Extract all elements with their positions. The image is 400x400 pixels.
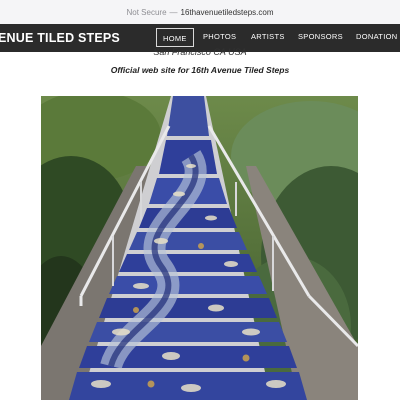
nav-item-artists[interactable]: ARTISTS <box>251 32 285 41</box>
site-location: San Francisco CA USA <box>153 47 247 57</box>
url-text[interactable]: 16thavenuetiledsteps.com <box>181 8 274 17</box>
browser-url-bar[interactable]: Not Secure — 16thavenuetiledsteps.com <box>0 0 400 24</box>
nav-item-donation[interactable]: DONATION <box>356 32 397 41</box>
nav-item-sponsors[interactable]: SPONSORS <box>298 32 343 41</box>
not-secure-label: Not Secure <box>126 7 167 17</box>
site-tagline: Official web site for 16th Avenue Tiled … <box>110 65 290 75</box>
nav-item-photos[interactable]: PHOTOS <box>203 32 236 41</box>
url-separator: — <box>169 7 178 17</box>
nav-item-home[interactable]: HOME <box>156 28 194 47</box>
tiled-steps-photo <box>41 96 358 400</box>
site-title[interactable]: ENUE TILED STEPS <box>0 31 120 45</box>
tiled-steps-illustration <box>41 96 358 400</box>
